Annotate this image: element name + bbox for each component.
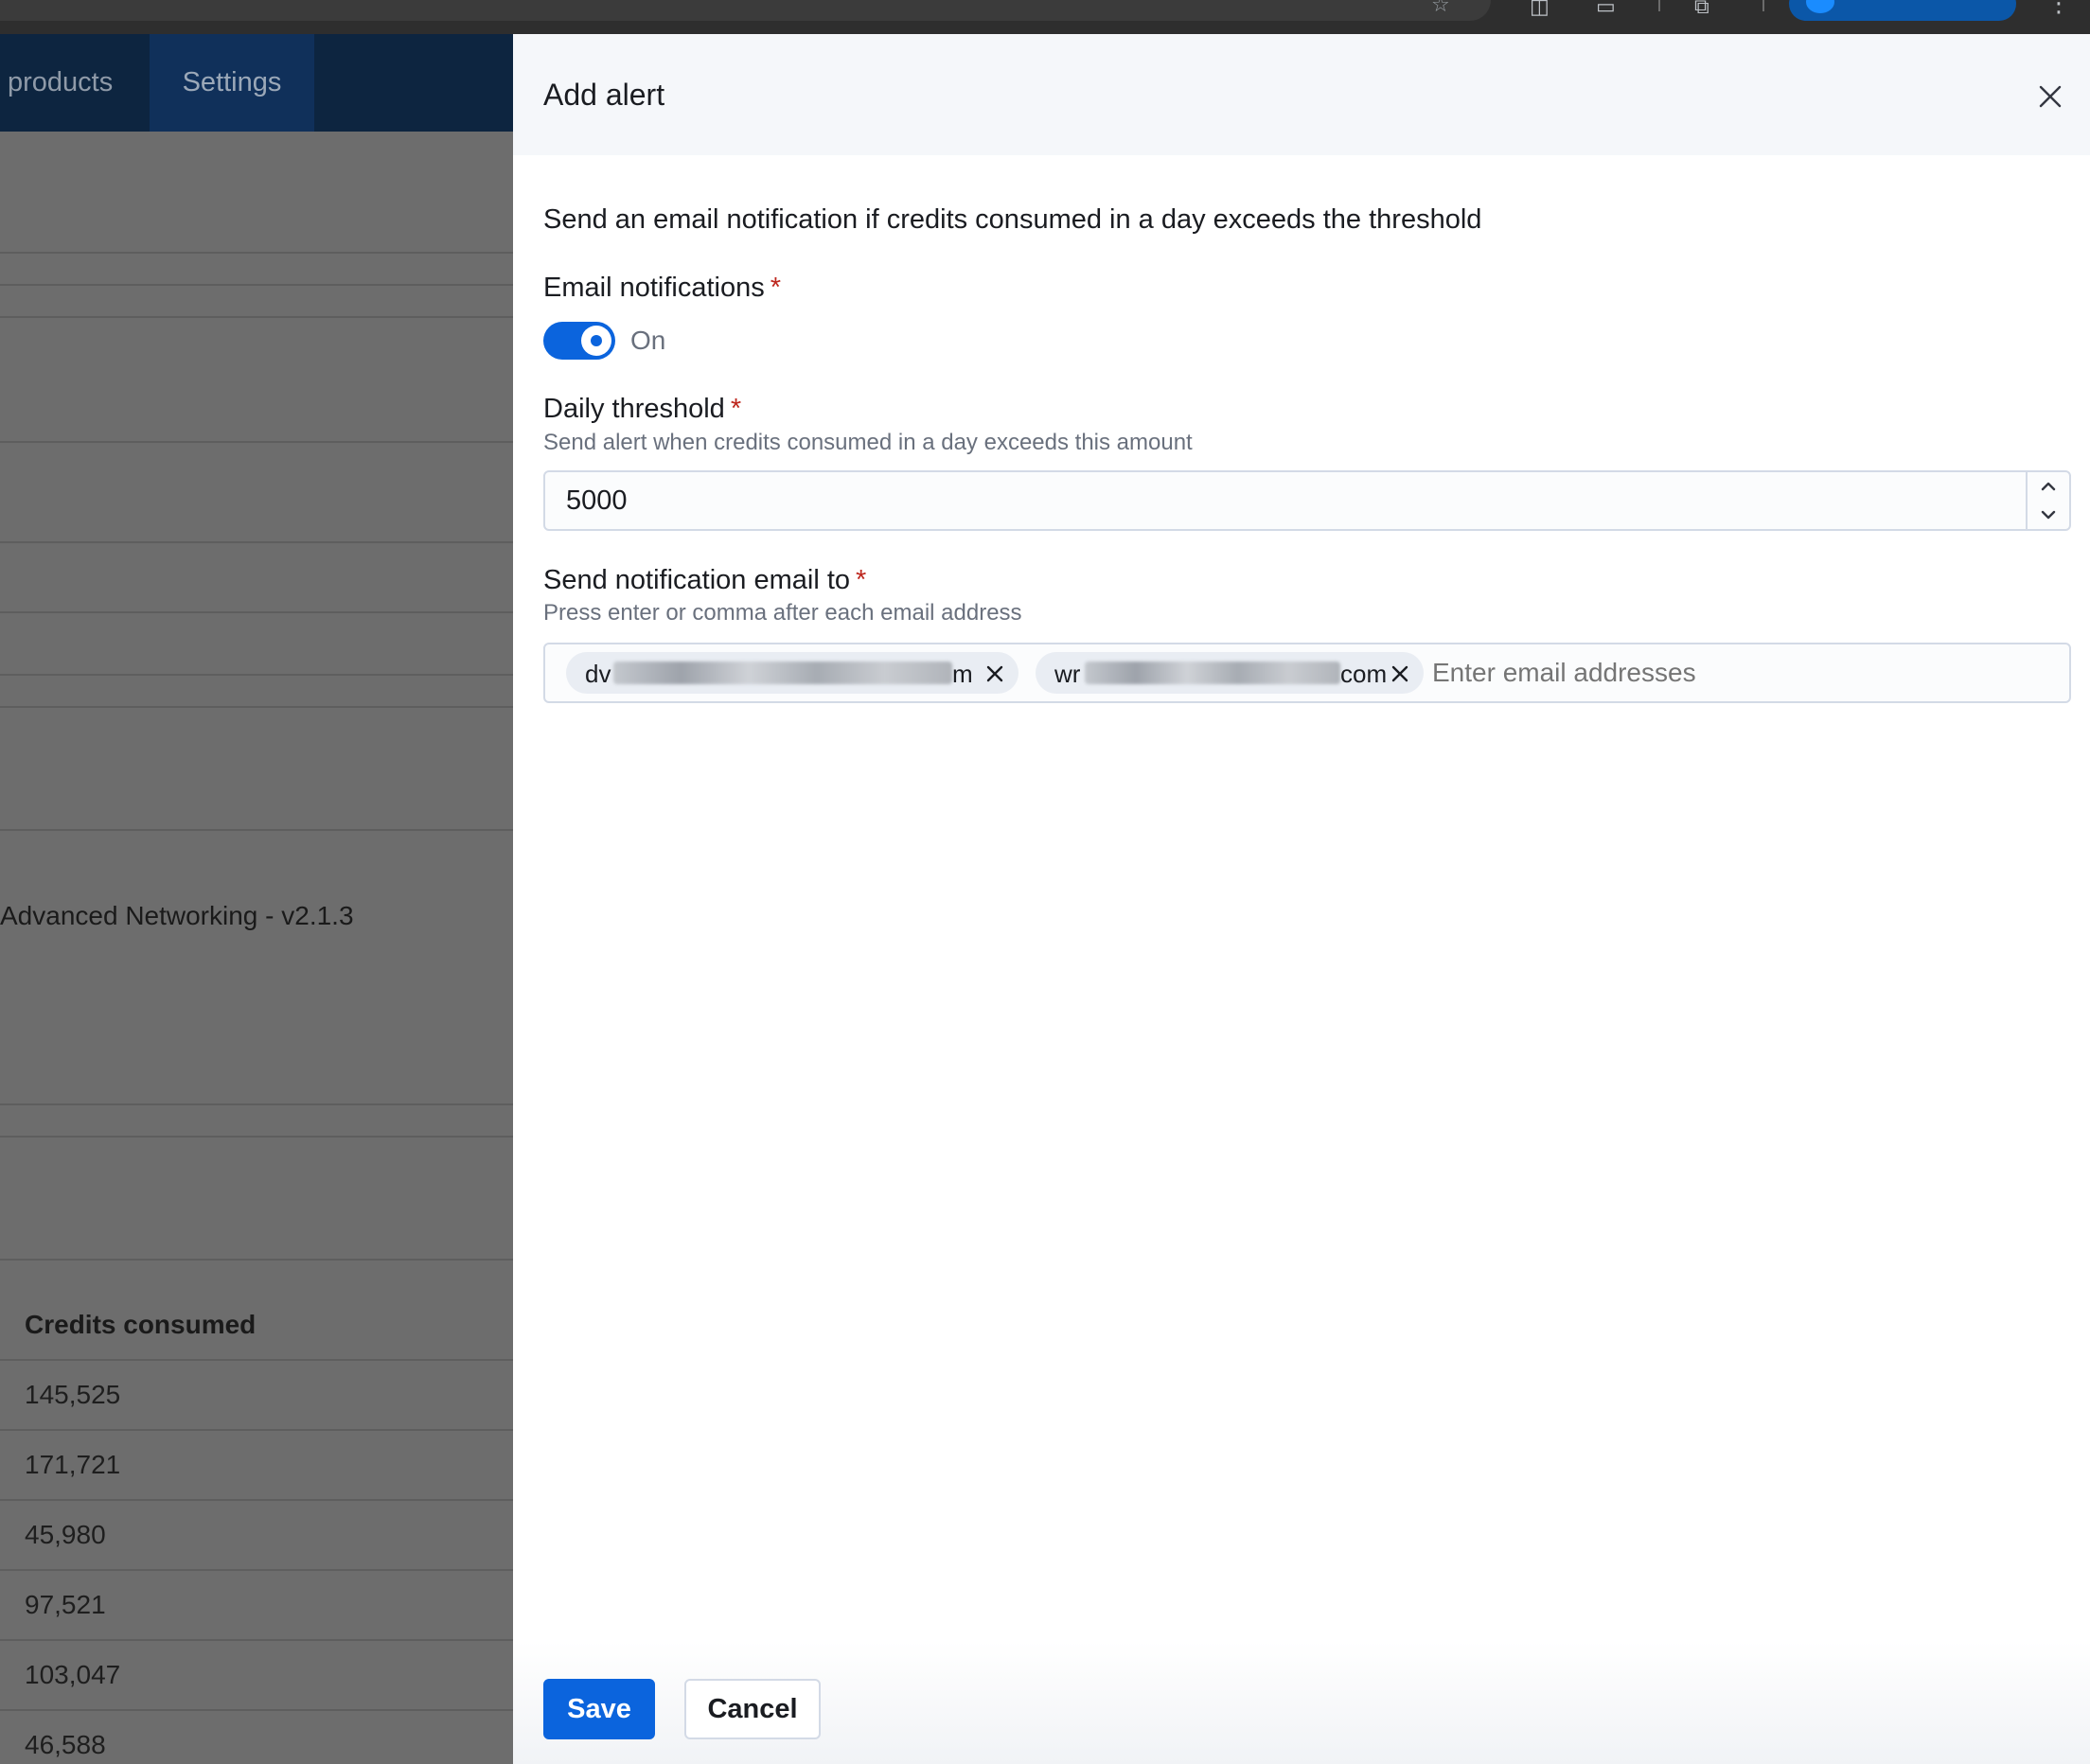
label-text: Email notifications — [543, 273, 765, 303]
email-chip[interactable]: wr com — [1036, 652, 1424, 694]
required-mark: * — [730, 394, 742, 424]
extension-icon[interactable]: ▭ — [1596, 0, 1621, 18]
background-page: products Settings Advanced Networking - … — [0, 34, 513, 1764]
daily-threshold-label: Daily threshold * — [543, 394, 741, 425]
required-mark: * — [856, 565, 867, 595]
menu-kebab-icon[interactable]: ⋮ — [2046, 0, 2071, 18]
divider — [0, 829, 513, 831]
cancel-button[interactable]: Cancel — [684, 1679, 821, 1739]
flyout-title: Add alert — [543, 78, 665, 112]
label-text: Send notification email to — [543, 565, 851, 595]
product-name: Advanced Networking - v2.1.3 — [0, 901, 354, 930]
chip-prefix: dv — [585, 660, 611, 688]
divider — [0, 706, 513, 708]
divider — [0, 252, 513, 254]
chevron-down-icon[interactable] — [2028, 501, 2069, 529]
remove-chip-icon[interactable] — [984, 662, 1005, 682]
divider — [0, 1136, 513, 1138]
remove-chip-icon[interactable] — [1390, 662, 1410, 682]
divider — [0, 1429, 513, 1431]
table-cell: 145,525 — [25, 1380, 121, 1409]
daily-threshold-input[interactable]: 5000 — [543, 470, 2071, 531]
nav-tab-products[interactable]: products — [0, 34, 120, 132]
star-icon[interactable]: ☆ — [1431, 0, 1450, 17]
chip-suffix: m — [952, 660, 973, 688]
toolbar-divider — [1658, 0, 1660, 11]
extension-icon[interactable]: ⧉ — [1694, 0, 1719, 18]
divider — [0, 1569, 513, 1571]
email-combo-box[interactable]: dv m wr com — [543, 643, 2071, 703]
table-cell: 171,721 — [25, 1450, 121, 1479]
divider — [0, 1359, 513, 1361]
divider — [0, 441, 513, 443]
email-chip[interactable]: dv m — [566, 652, 1018, 694]
divider — [0, 1639, 513, 1641]
extension-icon[interactable]: ◫ — [1530, 0, 1554, 18]
chevron-up-icon[interactable] — [2028, 472, 2069, 501]
number-stepper[interactable] — [2026, 472, 2069, 529]
divider — [0, 1709, 513, 1711]
daily-threshold-help: Send alert when credits consumed in a da… — [543, 430, 1193, 455]
chip-prefix: wr — [1054, 660, 1081, 688]
email-notifications-label: Email notifications * — [543, 273, 781, 304]
divider — [0, 284, 513, 286]
table-cell: 97,521 — [25, 1590, 106, 1619]
send-to-label: Send notification email to * — [543, 565, 866, 596]
chip-suffix: com — [1340, 660, 1388, 688]
divider — [0, 1103, 513, 1105]
divider — [0, 611, 513, 613]
browser-toolbar: ☆ ◫ ▭ ⧉ ⋮ — [0, 0, 2090, 34]
save-button[interactable]: Save — [543, 1679, 655, 1739]
table-header-credits: Credits consumed — [25, 1310, 257, 1339]
add-alert-flyout: Add alert Send an email notification if … — [513, 34, 2090, 1764]
redacted-email — [613, 662, 952, 684]
email-notifications-toggle[interactable] — [543, 322, 615, 360]
divider — [0, 674, 513, 676]
threshold-value[interactable]: 5000 — [566, 485, 628, 517]
email-input[interactable] — [1432, 658, 2000, 688]
label-text: Daily threshold — [543, 394, 725, 424]
toolbar-divider — [1762, 0, 1764, 11]
divider — [0, 541, 513, 543]
toggle-knob — [581, 326, 611, 356]
divider — [0, 1259, 513, 1261]
flyout-description: Send an email notification if credits co… — [543, 204, 1482, 235]
send-to-help: Press enter or comma after each email ad… — [543, 600, 1022, 626]
avatar — [1806, 0, 1834, 13]
close-icon[interactable] — [2031, 78, 2069, 115]
top-nav: products Settings — [0, 34, 513, 132]
nav-tab-settings[interactable]: Settings — [150, 34, 314, 132]
flyout-header: Add alert — [513, 34, 2090, 155]
redacted-email — [1085, 662, 1340, 684]
divider — [0, 1499, 513, 1501]
table-cell: 45,980 — [25, 1520, 106, 1549]
profile-button[interactable] — [1789, 0, 2016, 21]
toggle-state-label: On — [630, 326, 666, 355]
table-cell: 103,047 — [25, 1660, 121, 1689]
address-bar[interactable] — [0, 0, 1491, 21]
flyout-footer: Save Cancel — [513, 1641, 2090, 1764]
table-cell: 46,588 — [25, 1730, 106, 1759]
required-mark: * — [770, 273, 782, 303]
divider — [0, 316, 513, 318]
